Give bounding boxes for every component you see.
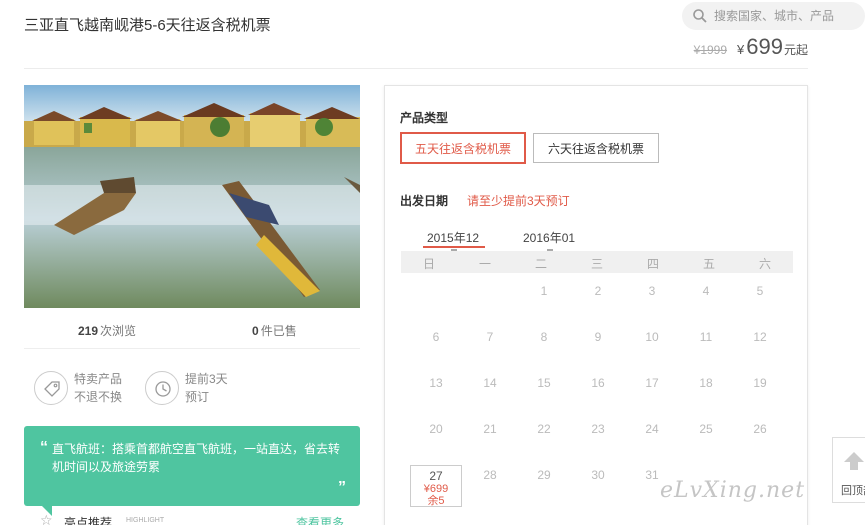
views-label: 次浏览 bbox=[100, 324, 137, 338]
calendar-day: 3 bbox=[648, 284, 656, 298]
feature-line2: 不退不换 bbox=[74, 390, 123, 404]
calendar-day: 30 bbox=[591, 468, 605, 482]
calendar-day-available[interactable]: 27 ¥699 余5 bbox=[410, 465, 462, 507]
price-unit: 元起 bbox=[783, 43, 808, 57]
weekday-label: 六 bbox=[758, 257, 771, 271]
calendar-day: 10 bbox=[645, 330, 659, 344]
arrow-up-icon bbox=[844, 452, 864, 470]
booking-panel: 产品类型 五天往返含税机票 六天往返含税机票 出发日期 请至少提前3天预订 20… bbox=[384, 85, 808, 525]
calendar-day: 2 bbox=[594, 284, 602, 298]
back-to-top-button[interactable]: 回顶部 bbox=[832, 437, 865, 503]
views-count: 219 bbox=[78, 324, 99, 338]
recommend-more-link[interactable]: 查看更多 bbox=[296, 514, 344, 525]
calendar-day: 11 bbox=[699, 330, 713, 344]
product-type-label: 产品类型 bbox=[400, 111, 449, 125]
weekday-label: 日 bbox=[422, 257, 435, 271]
highlight-quote-box: “ 直飞航班：搭乘首都航空直飞航班，一站直达，省去转机时间以及旅途劳累 ” bbox=[24, 426, 360, 506]
search-box[interactable] bbox=[682, 2, 865, 30]
calendar-day: 16 bbox=[591, 376, 605, 390]
calendar-day: 18 bbox=[699, 376, 713, 390]
current-price: 699 bbox=[746, 34, 783, 59]
calendar-day: 9 bbox=[594, 330, 602, 344]
calendar-day: 6 bbox=[432, 330, 440, 344]
calendar-day: 24 bbox=[645, 422, 659, 436]
calendar-day: 12 bbox=[753, 330, 767, 344]
feature-line1: 提前3天 bbox=[185, 372, 228, 386]
feature-line1: 特卖产品 bbox=[74, 372, 123, 386]
weekday-label: 二 bbox=[534, 257, 547, 271]
day-number: 27 bbox=[429, 469, 443, 483]
type-option-six-day[interactable]: 六天往返含税机票 bbox=[533, 133, 659, 163]
stats-row: 219 次浏览 0 件已售 bbox=[24, 322, 360, 340]
calendar-day: 21 bbox=[483, 422, 497, 436]
weekday-label: 一 bbox=[478, 257, 491, 271]
price-block: ¥1999 ¥ 699 元起 bbox=[694, 34, 808, 60]
header-divider bbox=[24, 68, 808, 69]
calendar-day: 26 bbox=[753, 422, 767, 436]
date-hint: 请至少提前3天预订 bbox=[467, 194, 570, 208]
calendar-day: 7 bbox=[486, 330, 494, 344]
recommend-subtitle: HIGHLIGHT bbox=[126, 517, 165, 524]
month-tab-underline bbox=[423, 246, 485, 248]
weekday-header: 日 一 二 三 四 五 六 bbox=[401, 251, 793, 273]
calendar-day: 15 bbox=[537, 376, 551, 390]
sold-stat: 0 件已售 bbox=[252, 322, 297, 339]
stats-divider bbox=[24, 348, 360, 349]
calendar-day: 23 bbox=[591, 422, 605, 436]
star-icon: ☆ bbox=[40, 512, 53, 525]
departure-date-label: 出发日期 bbox=[400, 194, 449, 208]
calendar-day: 4 bbox=[702, 284, 710, 298]
calendar-day: 29 bbox=[537, 468, 551, 482]
weekday-label: 四 bbox=[646, 257, 659, 271]
calendar-day: 17 bbox=[645, 376, 659, 390]
day-price: ¥699 bbox=[423, 483, 449, 495]
watermark: eLvXing.net bbox=[660, 478, 806, 503]
calendar-day: 28 bbox=[483, 468, 497, 482]
calendar-day: 5 bbox=[756, 284, 764, 298]
calendar-day: 1 bbox=[540, 284, 548, 298]
day-stock: 余5 bbox=[427, 495, 445, 507]
close-quote-icon: ” bbox=[338, 479, 346, 496]
weekday-label: 五 bbox=[702, 257, 715, 271]
original-price: ¥1999 bbox=[693, 43, 728, 57]
currency-symbol: ¥ bbox=[737, 42, 745, 57]
sold-label: 件已售 bbox=[260, 324, 297, 338]
highlight-text: 直飞航班：搭乘首都航空直飞航班，一站直达，省去转机时间以及旅途劳累 bbox=[52, 442, 341, 474]
calendar-day: 8 bbox=[540, 330, 548, 344]
search-icon[interactable] bbox=[692, 8, 708, 24]
calendar-day: 22 bbox=[537, 422, 551, 436]
type-option-five-day[interactable]: 五天往返含税机票 bbox=[400, 132, 526, 164]
calendar-day: 25 bbox=[699, 422, 713, 436]
product-photo bbox=[24, 85, 360, 308]
month-tab-current[interactable]: 2015年12 bbox=[427, 229, 479, 246]
back-to-top-label: 回顶部 bbox=[841, 485, 865, 497]
month-tab-next[interactable]: 2016年01 bbox=[523, 229, 575, 246]
calendar-day: 19 bbox=[753, 376, 767, 390]
calendar-day: 14 bbox=[483, 376, 497, 390]
feature-special-sale: 特卖产品 不退不换 bbox=[34, 370, 144, 406]
page-title: 三亚直飞越南岘港5-6天往返含税机票 bbox=[24, 17, 271, 34]
feature-advance-booking: 提前3天 预订 bbox=[145, 370, 255, 406]
feature-line2: 预订 bbox=[185, 390, 210, 404]
calendar-day: 13 bbox=[429, 376, 443, 390]
clock-icon bbox=[145, 371, 179, 405]
recommend-title: 亮点推荐 bbox=[64, 516, 113, 525]
open-quote-icon: “ bbox=[40, 439, 48, 456]
calendar-day: 20 bbox=[429, 422, 443, 436]
tag-icon bbox=[34, 371, 68, 405]
search-input[interactable] bbox=[714, 2, 859, 30]
weekday-label: 三 bbox=[590, 257, 603, 271]
sold-count: 0 bbox=[252, 324, 259, 338]
views-stat: 219 次浏览 bbox=[78, 322, 136, 339]
